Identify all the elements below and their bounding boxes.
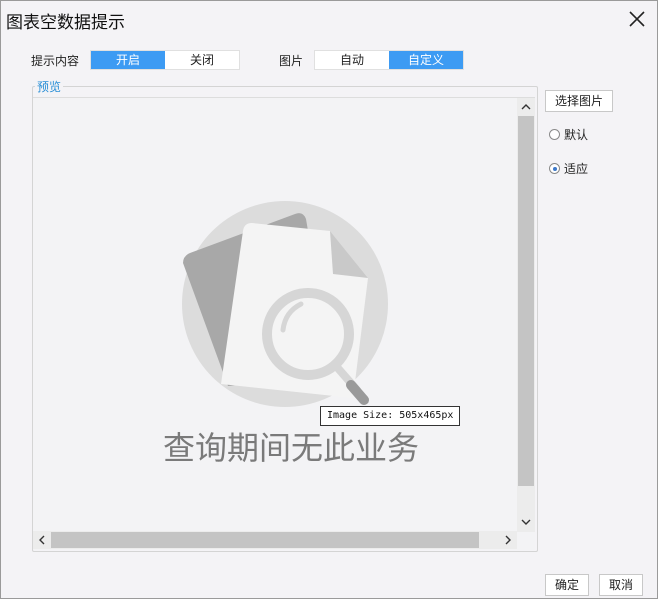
dialog-title: 图表空数据提示	[6, 13, 125, 33]
chevron-down-icon	[521, 519, 531, 525]
scroll-left-button[interactable]	[34, 532, 50, 548]
radio-fit[interactable]: 适应	[549, 160, 588, 177]
prompt-content-toggle: 开启 关闭	[90, 50, 240, 70]
preview-area	[33, 97, 535, 550]
image-label: 图片	[279, 54, 304, 68]
radio-fit-circle[interactable]	[549, 163, 560, 174]
chevron-right-icon	[505, 535, 511, 545]
ok-button[interactable]: 确定	[545, 574, 589, 596]
horizontal-scrollbar[interactable]	[33, 531, 517, 549]
image-custom-option[interactable]: 自定义	[389, 51, 463, 69]
horizontal-scroll-thumb[interactable]	[51, 532, 479, 548]
close-button[interactable]	[623, 5, 651, 33]
scroll-right-button[interactable]	[500, 532, 516, 548]
radio-default-label: 默认	[564, 128, 589, 142]
cancel-button[interactable]: 取消	[599, 574, 643, 596]
preview-legend: 预览	[35, 78, 64, 95]
radio-default-circle[interactable]	[549, 129, 560, 140]
vertical-scrollbar[interactable]	[517, 98, 535, 532]
scroll-up-button[interactable]	[518, 99, 534, 115]
dialog-window: 图表空数据提示 提示内容 开启 关闭 图片 自动 自定义 预览 查询期间无此业务…	[0, 0, 658, 599]
radio-fit-label: 适应	[564, 162, 589, 176]
close-icon	[629, 11, 645, 27]
chevron-up-icon	[521, 104, 531, 110]
prompt-content-label: 提示内容	[31, 54, 80, 68]
prompt-on-option[interactable]: 开启	[91, 51, 165, 69]
radio-default[interactable]: 默认	[549, 126, 588, 143]
image-size-tooltip: Image Size: 505x465px	[320, 406, 461, 426]
image-mode-toggle: 自动 自定义	[314, 50, 464, 70]
vertical-scroll-thumb[interactable]	[518, 116, 534, 486]
no-data-text: 查询期间无此业务	[163, 429, 420, 467]
no-data-illustration	[182, 201, 388, 407]
scroll-down-button[interactable]	[518, 514, 534, 530]
image-auto-option[interactable]: 自动	[315, 51, 389, 69]
prompt-off-option[interactable]: 关闭	[165, 51, 239, 69]
title-bar: 图表空数据提示	[1, 1, 657, 37]
choose-image-button[interactable]: 选择图片	[545, 90, 613, 112]
chevron-left-icon	[39, 535, 45, 545]
